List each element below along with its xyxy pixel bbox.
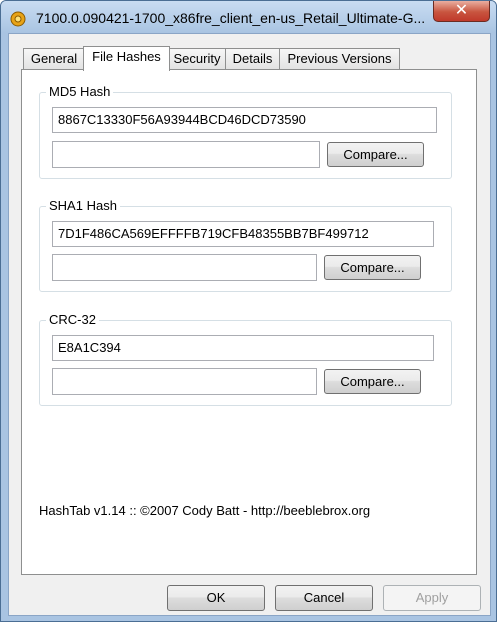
title-bar[interactable]: 7100.0.090421-1700_x86fre_client_en-us_R… bbox=[1, 1, 496, 33]
file-hashes-panel: MD5 Hash 8867C13330F56A93944BCD46DCD7359… bbox=[21, 69, 477, 575]
sha1-label: SHA1 Hash bbox=[46, 198, 120, 213]
crc32-compare-button[interactable]: Compare... bbox=[324, 369, 421, 394]
tab-previous-versions[interactable]: Previous Versions bbox=[279, 48, 400, 69]
tab-file-hashes[interactable]: File Hashes bbox=[83, 46, 170, 71]
ok-button[interactable]: OK bbox=[167, 585, 265, 611]
crc32-group: CRC-32 E8A1C394 Compare... bbox=[39, 312, 452, 406]
window-title: 7100.0.090421-1700_x86fre_client_en-us_R… bbox=[36, 10, 426, 26]
tab-general[interactable]: General bbox=[23, 48, 85, 69]
crc32-compare-input[interactable] bbox=[52, 368, 317, 395]
sha1-compare-button[interactable]: Compare... bbox=[324, 255, 421, 280]
md5-compare-button[interactable]: Compare... bbox=[327, 142, 424, 167]
md5-label: MD5 Hash bbox=[46, 84, 114, 99]
md5-hash-field[interactable]: 8867C13330F56A93944BCD46DCD73590 bbox=[52, 107, 437, 133]
md5-compare-input[interactable] bbox=[52, 141, 320, 168]
properties-window: 7100.0.090421-1700_x86fre_client_en-us_R… bbox=[0, 0, 497, 622]
tab-security[interactable]: Security bbox=[168, 48, 226, 69]
crc32-label: CRC-32 bbox=[46, 312, 99, 327]
cancel-button[interactable]: Cancel bbox=[275, 585, 373, 611]
sha1-hash-field[interactable]: 7D1F486CA569EFFFFB719CFB48355BB7BF499712 bbox=[52, 221, 434, 247]
apply-button[interactable]: Apply bbox=[383, 585, 481, 611]
close-icon: ✕ bbox=[454, 2, 469, 19]
md5-group: MD5 Hash 8867C13330F56A93944BCD46DCD7359… bbox=[39, 84, 452, 179]
hashtab-credits: HashTab v1.14 :: ©2007 Cody Batt - http:… bbox=[39, 503, 371, 518]
close-button[interactable]: ✕ bbox=[433, 1, 490, 22]
sha1-compare-input[interactable] bbox=[52, 254, 317, 281]
tab-details[interactable]: Details bbox=[225, 48, 280, 69]
crc32-hash-field[interactable]: E8A1C394 bbox=[52, 335, 434, 361]
sha1-group: SHA1 Hash 7D1F486CA569EFFFFB719CFB48355B… bbox=[39, 198, 452, 292]
app-icon bbox=[10, 11, 26, 27]
dialog-client-area: General File Hashes Security Details Pre… bbox=[8, 33, 491, 616]
